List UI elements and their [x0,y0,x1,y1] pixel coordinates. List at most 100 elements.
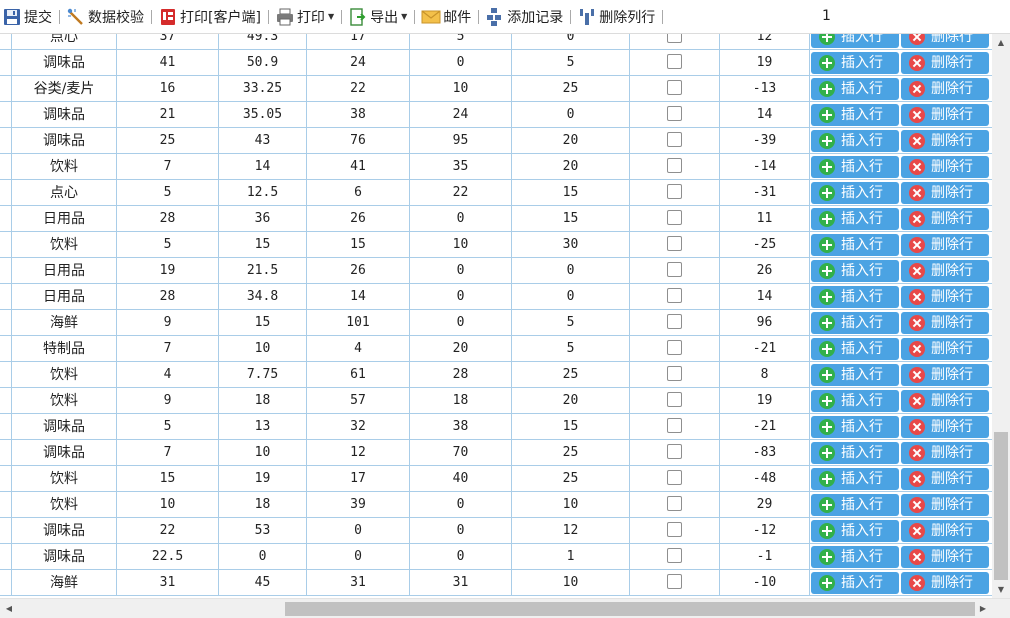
row-checkbox[interactable] [667,34,682,43]
delete-row-button[interactable]: 删除行 [901,416,989,438]
number-cell[interactable]: 53 [219,518,307,544]
number-cell[interactable]: 10 [512,570,630,596]
number-cell[interactable]: 7 [117,154,219,180]
number-cell[interactable]: 17 [307,466,410,492]
delete-row-button[interactable]: 删除行 [901,78,989,100]
row-indicator[interactable] [0,440,12,466]
row-checkbox[interactable] [667,339,682,355]
row-checkbox[interactable] [667,313,682,329]
number-cell[interactable]: 11 [720,206,810,232]
number-cell[interactable]: 101 [307,310,410,336]
number-cell[interactable]: 0 [410,492,512,518]
number-cell[interactable]: -13 [720,76,810,102]
row-indicator[interactable] [0,570,12,596]
number-cell[interactable]: 7.75 [219,362,307,388]
insert-row-button[interactable]: 插入行 [811,208,899,230]
number-cell[interactable]: 4 [117,362,219,388]
scroll-down-icon[interactable]: ▼ [992,581,1010,598]
row-indicator[interactable] [0,310,12,336]
insert-row-button[interactable]: 插入行 [811,390,899,412]
number-cell[interactable]: 0 [512,102,630,128]
delete-row-button[interactable]: 删除行 [901,546,989,568]
vertical-scrollbar[interactable]: ▲ ▼ [992,34,1010,598]
number-cell[interactable]: 25 [512,440,630,466]
insert-row-button[interactable]: 插入行 [811,286,899,308]
number-cell[interactable]: 5 [512,50,630,76]
row-checkbox[interactable] [667,53,682,69]
number-cell[interactable]: 0 [410,50,512,76]
delete-row-button[interactable]: 删除行 [901,208,989,230]
number-cell[interactable]: 19 [219,466,307,492]
number-cell[interactable]: 10 [219,440,307,466]
number-cell[interactable]: 20 [512,128,630,154]
row-checkbox[interactable] [667,261,682,277]
number-cell[interactable]: -25 [720,232,810,258]
row-indicator[interactable] [0,492,12,518]
number-cell[interactable]: 24 [307,50,410,76]
insert-row-button[interactable]: 插入行 [811,260,899,282]
row-checkbox[interactable] [667,443,682,459]
number-cell[interactable]: 15 [117,466,219,492]
number-cell[interactable]: 13 [219,414,307,440]
row-indicator[interactable] [0,128,12,154]
row-checkbox[interactable] [667,573,682,589]
export-button[interactable]: 导出 ▼ [346,0,410,34]
vertical-scroll-thumb[interactable] [994,432,1008,580]
row-checkbox[interactable] [667,391,682,407]
number-cell[interactable]: 7 [117,336,219,362]
insert-row-button[interactable]: 插入行 [811,104,899,126]
number-cell[interactable]: 76 [307,128,410,154]
number-cell[interactable]: 22 [117,518,219,544]
number-cell[interactable]: 37 [117,34,219,50]
row-checkbox[interactable] [667,79,682,95]
row-indicator[interactable] [0,284,12,310]
row-indicator[interactable] [0,76,12,102]
number-cell[interactable]: 19 [720,50,810,76]
horizontal-scrollbar[interactable]: ◀ ▶ [0,598,1010,618]
number-cell[interactable]: 5 [410,34,512,50]
number-cell[interactable]: 15 [307,232,410,258]
insert-row-button[interactable]: 插入行 [811,52,899,74]
number-cell[interactable]: -31 [720,180,810,206]
horizontal-scroll-thumb[interactable] [285,602,975,616]
insert-row-button[interactable]: 插入行 [811,364,899,386]
number-cell[interactable]: -48 [720,466,810,492]
insert-row-button[interactable]: 插入行 [811,468,899,490]
number-cell[interactable]: 0 [410,544,512,570]
category-cell[interactable]: 点心 [12,180,117,206]
delete-row-button[interactable]: 删除行 [901,104,989,126]
row-indicator[interactable] [0,544,12,570]
number-cell[interactable]: 57 [307,388,410,414]
number-cell[interactable]: 41 [307,154,410,180]
number-cell[interactable]: 39 [307,492,410,518]
number-cell[interactable]: 22 [307,76,410,102]
insert-row-button[interactable]: 插入行 [811,34,899,48]
number-cell[interactable]: -39 [720,128,810,154]
insert-row-button[interactable]: 插入行 [811,234,899,256]
number-cell[interactable]: 15 [219,310,307,336]
insert-row-button[interactable]: 插入行 [811,416,899,438]
row-indicator[interactable] [0,102,12,128]
number-cell[interactable]: 32 [307,414,410,440]
insert-row-button[interactable]: 插入行 [811,78,899,100]
scroll-left-icon[interactable]: ◀ [0,599,18,618]
row-indicator[interactable] [0,154,12,180]
number-cell[interactable]: 9 [117,388,219,414]
insert-row-button[interactable]: 插入行 [811,130,899,152]
insert-row-button[interactable]: 插入行 [811,494,899,516]
delete-row-button[interactable]: 删除行 [901,52,989,74]
delete-row-button[interactable]: 删除行 [901,260,989,282]
category-cell[interactable]: 点心 [12,34,117,50]
number-cell[interactable]: 5 [512,310,630,336]
category-cell[interactable]: 调味品 [12,128,117,154]
insert-row-button[interactable]: 插入行 [811,520,899,542]
number-cell[interactable]: 22.5 [117,544,219,570]
category-cell[interactable]: 谷类/麦片 [12,76,117,102]
row-checkbox[interactable] [667,547,682,563]
number-cell[interactable]: 31 [307,570,410,596]
number-cell[interactable]: 0 [410,258,512,284]
number-cell[interactable]: 38 [307,102,410,128]
number-cell[interactable]: 38 [410,414,512,440]
category-cell[interactable]: 饮料 [12,154,117,180]
number-cell[interactable]: 14 [219,154,307,180]
